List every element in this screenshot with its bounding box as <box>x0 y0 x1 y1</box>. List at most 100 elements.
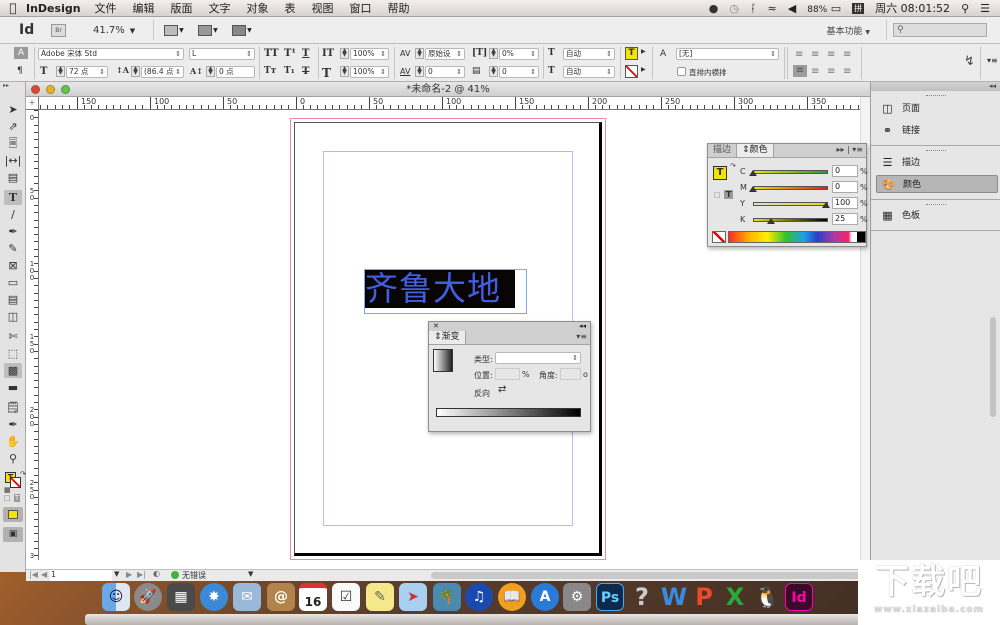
gradient-ramp[interactable] <box>436 408 581 417</box>
leading-stepper[interactable]: ▲ ▼ <box>131 66 140 77</box>
eyedropper-tool[interactable]: ✒ <box>4 417 22 432</box>
underline-button[interactable]: T <box>302 48 309 59</box>
dock-scrollbar[interactable] <box>990 317 996 417</box>
minimize-window-button[interactable] <box>46 85 55 94</box>
panel-group-grip[interactable] <box>926 204 946 206</box>
vertical-ruler[interactable]: 0501001502002503 <box>26 110 39 560</box>
dock-app-itunes[interactable]: ♫ <box>465 583 493 611</box>
text-frame[interactable]: 齐鲁大地 <box>364 269 527 314</box>
black-slider[interactable] <box>753 218 828 222</box>
gradient-angle-input[interactable] <box>560 368 581 380</box>
dock-app-notes[interactable]: ✎ <box>366 583 394 611</box>
yellow-slider[interactable] <box>753 202 828 206</box>
font-style-select[interactable]: L ⇕ <box>189 48 255 60</box>
menu-table[interactable]: 表 <box>285 0 296 16</box>
content-collector-tool[interactable]: ▤ <box>4 170 22 185</box>
view-options-button[interactable]: ▼ <box>164 24 186 37</box>
menu-layout[interactable]: 版面 <box>171 0 193 16</box>
strikethrough-button[interactable]: T <box>302 66 309 77</box>
dock-item-color[interactable]: 🎨 颜色 <box>876 175 998 193</box>
panel-menu-icon[interactable]: ▾≡ <box>987 56 998 65</box>
next-page-button[interactable]: ▶ <box>126 570 132 579</box>
dock-app-finder[interactable]: ☺ <box>102 583 130 611</box>
char-after-select[interactable]: 自动 ⇕ <box>563 66 615 78</box>
char-before-select[interactable]: 自动 ⇕ <box>563 48 615 60</box>
align-right-button[interactable]: ≡ <box>827 49 835 60</box>
menu-help[interactable]: 帮助 <box>388 0 410 16</box>
input-method-icon[interactable]: 拼 <box>852 2 865 14</box>
kerning-stepper[interactable]: ▲ ▼ <box>415 48 424 59</box>
align-center-button[interactable]: ≡ <box>811 49 819 60</box>
dock-item-links[interactable]: ⚭ 链接 <box>876 122 998 140</box>
grid-spacing-stepper[interactable]: ▲ ▼ <box>489 66 498 77</box>
fill-swatch-menu-button[interactable]: ▶ <box>641 48 646 55</box>
selected-text[interactable]: 齐鲁大地 <box>365 270 515 308</box>
cyan-input[interactable]: 0 <box>832 165 858 177</box>
gradient-swatch-tool[interactable]: ▩ <box>4 363 22 378</box>
close-window-button[interactable] <box>31 85 40 94</box>
spotlight-icon[interactable]: ⚲ <box>961 2 969 15</box>
workspace-switcher[interactable]: 基本功能 ▼ <box>826 24 870 37</box>
selection-tool[interactable]: ➤ <box>4 102 22 117</box>
dock-app-qq[interactable]: 🐧 <box>753 583 781 611</box>
rectangle-tool[interactable]: ▭ <box>4 275 22 290</box>
baseline-shift-stepper[interactable]: ▲ ▼ <box>206 66 215 77</box>
vertical-scale-stepper[interactable]: ▲ ▼ <box>340 48 349 59</box>
none-color-button[interactable] <box>712 231 726 243</box>
dock-app-wps-presentation[interactable]: P <box>690 583 718 611</box>
dock-app-contacts[interactable]: @ <box>267 583 295 611</box>
page-dropdown-button[interactable]: ▼ <box>114 570 119 578</box>
collapse-panel-icon[interactable]: ◂◂ <box>579 322 586 331</box>
screen-mode-tool[interactable]: ▣ <box>3 527 23 542</box>
dock-collapse-button[interactable]: ◂◂ <box>871 82 1000 91</box>
small-caps-button[interactable]: Tᴛ <box>264 66 276 76</box>
language-select[interactable]: [无] ⇕ <box>676 48 779 60</box>
zoom-window-button[interactable] <box>61 85 70 94</box>
page-tool[interactable]: 🗏 <box>4 136 22 151</box>
paragraph-mode-button[interactable]: ¶ <box>17 66 23 76</box>
panel-group-grip[interactable] <box>926 95 946 97</box>
panel-menu-icon[interactable]: ▸▸ | ▾≡ <box>836 145 863 154</box>
cyan-slider[interactable] <box>753 170 828 174</box>
tab-stroke[interactable]: 描边 <box>708 144 738 157</box>
justify-center-button[interactable]: ≡ <box>811 66 819 77</box>
gap-tool[interactable]: |↔| <box>4 153 22 168</box>
open-document-icon[interactable]: ◐ <box>153 569 160 578</box>
panel-group-grip[interactable] <box>926 150 946 152</box>
baseline-shift-input[interactable]: 0 点 <box>216 66 255 78</box>
gradient-location-input[interactable] <box>495 368 520 380</box>
justify-left-button[interactable]: ≡ <box>793 65 807 77</box>
line-tool[interactable]: ∕ <box>4 207 22 222</box>
apple-menu-icon[interactable]:  <box>0 1 26 15</box>
formatting-container-button[interactable]: □ <box>4 494 11 502</box>
dock-app-calendar[interactable]: 16 <box>299 583 327 611</box>
font-size-input[interactable]: 72 点 ⇕ <box>66 66 108 78</box>
justify-all-button[interactable]: ≡ <box>827 66 835 77</box>
justify-full-button[interactable]: ≡ <box>843 66 851 77</box>
dock-app-iphoto[interactable]: 🌴 <box>433 583 461 611</box>
zoom-tool[interactable]: ⚲ <box>4 451 22 466</box>
dock-app-safari[interactable]: ✸ <box>200 583 228 611</box>
formatting-container-button[interactable]: □ <box>714 191 721 199</box>
gradient-feather-tool[interactable]: ▬ <box>4 380 22 395</box>
tracking-input[interactable]: 0 ⇕ <box>425 66 465 78</box>
volume-icon[interactable]: ◀ <box>788 2 796 15</box>
scissors-tool[interactable]: ✄ <box>4 329 22 344</box>
menu-view[interactable]: 视图 <box>312 0 334 16</box>
dock-app-maps[interactable]: ➤ <box>399 583 427 611</box>
help-search-input[interactable]: ⚲ <box>893 23 987 37</box>
zoom-level-select[interactable]: 41.7% ▼ <box>93 25 135 36</box>
tools-collapse-icon[interactable]: ▸▸ <box>3 82 9 89</box>
dock-app-indesign[interactable]: Id <box>785 583 813 611</box>
last-page-button[interactable]: ▶| <box>137 570 146 579</box>
kerning-select[interactable]: 原始设 ⇕ <box>425 48 465 60</box>
yellow-slider-thumb[interactable] <box>822 202 830 208</box>
close-panel-icon[interactable]: ✕ <box>433 322 439 331</box>
menu-object[interactable]: 对象 <box>247 0 269 16</box>
type-tool[interactable]: T <box>4 190 22 205</box>
tracking-stepper[interactable]: ▲ ▼ <box>415 66 424 77</box>
swap-fill-stroke-icon[interactable]: ↷ <box>730 162 736 170</box>
vertical-grid-tool[interactable]: ◫ <box>4 309 22 324</box>
stroke-none-swatch[interactable] <box>625 65 638 78</box>
note-tool[interactable]: 🗒 <box>4 400 22 415</box>
